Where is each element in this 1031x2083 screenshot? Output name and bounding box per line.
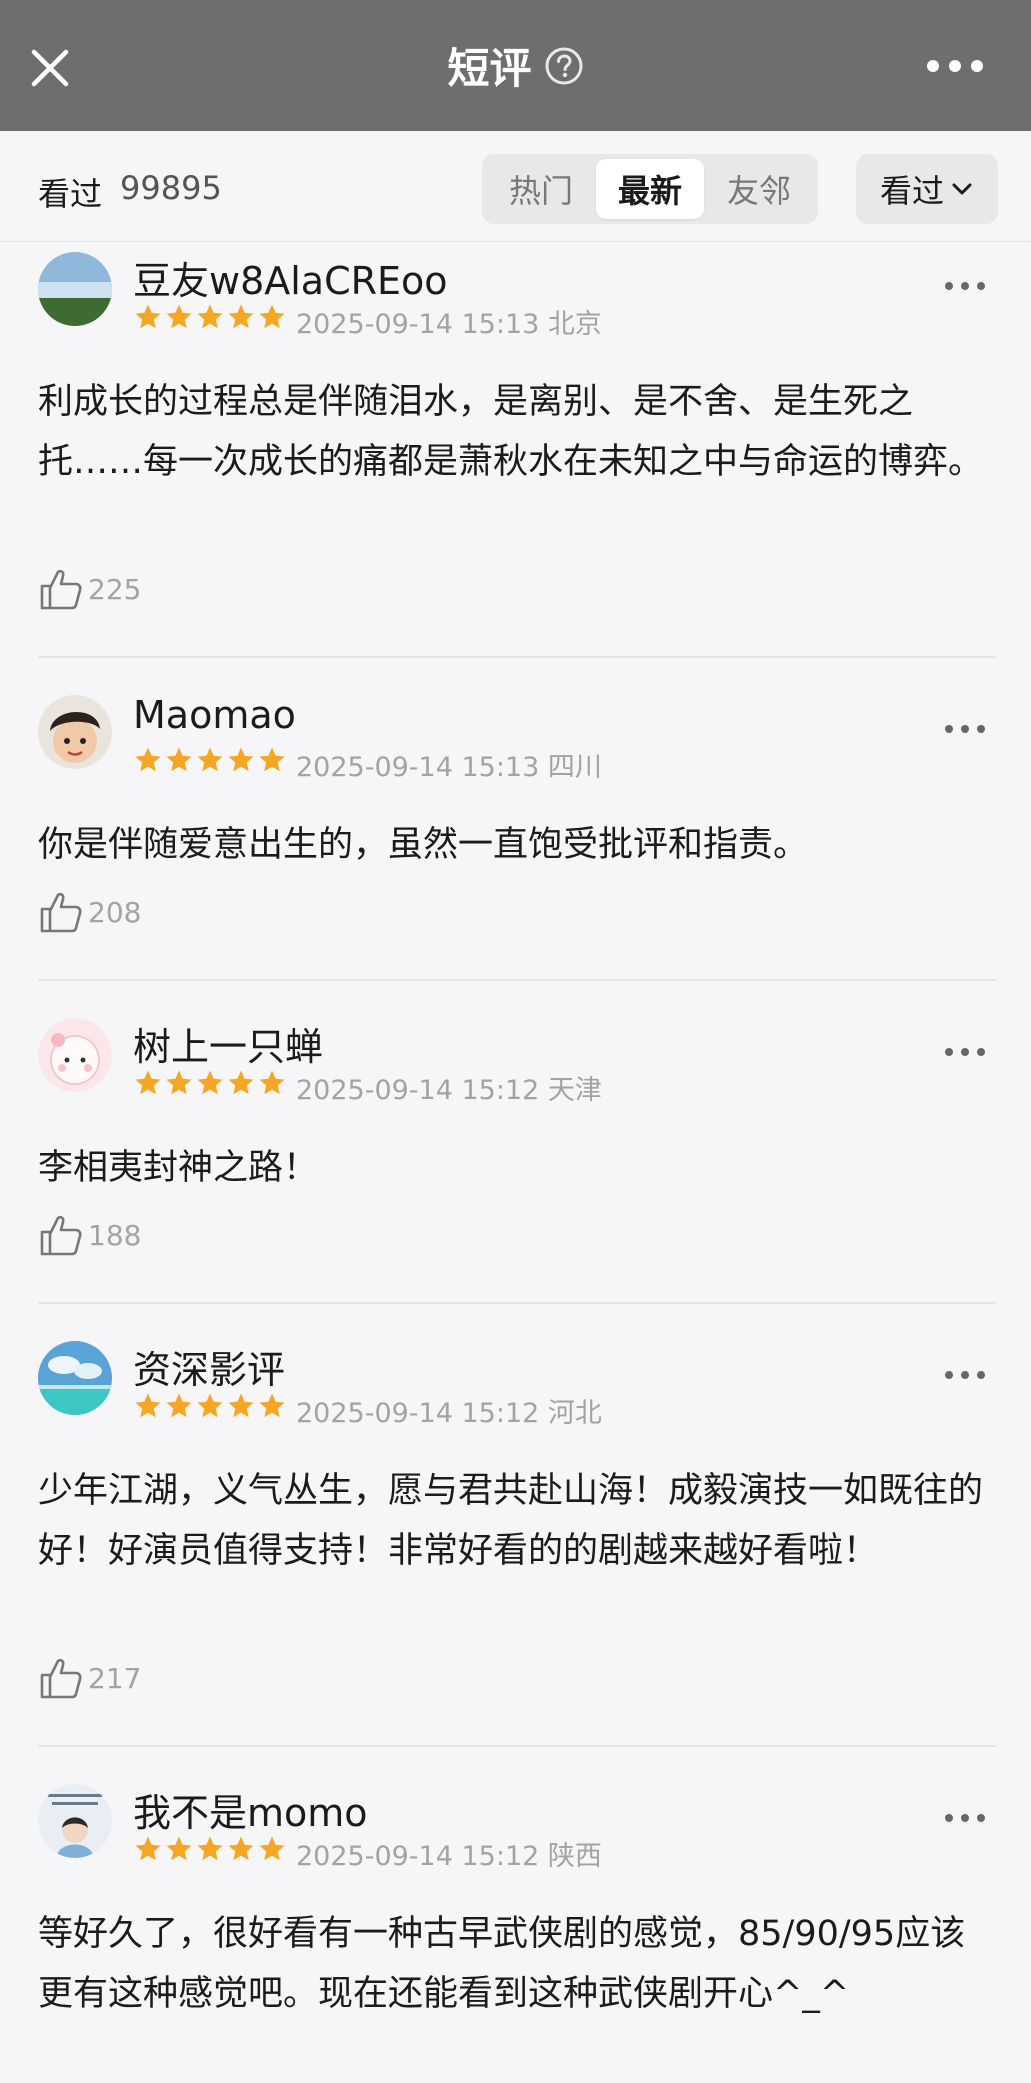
- like-count: 225: [88, 572, 142, 606]
- star-rating: [133, 745, 288, 775]
- thumbs-up-icon: [40, 892, 82, 933]
- star-icon: [228, 1836, 254, 1861]
- review-meta: 2025-09-14 15:12 河北: [296, 1391, 602, 1430]
- star-icon: [135, 304, 161, 329]
- page-title: 短评: [447, 44, 532, 93]
- divider: [38, 656, 996, 658]
- avatar[interactable]: [38, 252, 112, 326]
- thumbs-up-icon: [40, 1215, 82, 1256]
- review-meta: 2025-09-14 15:13 北京: [296, 302, 602, 341]
- review-time: 2025-09-14 15:12: [296, 1841, 540, 1872]
- more-options-icon[interactable]: [943, 1042, 987, 1062]
- filter-bar: 看过 99895 热门 最新 友邻 看过: [0, 131, 1031, 242]
- star-icon: [197, 747, 223, 772]
- star-icon: [259, 1070, 285, 1095]
- more-options-icon[interactable]: [943, 1365, 987, 1385]
- seen-label: 看过: [38, 175, 103, 213]
- review-location: 四川: [547, 752, 602, 783]
- help-icon[interactable]: [544, 46, 584, 86]
- star-icon: [197, 1070, 223, 1095]
- reviewer-name[interactable]: 我不是momo: [133, 1782, 368, 1837]
- thumbs-up-icon: [40, 1658, 82, 1699]
- star-icon: [166, 304, 192, 329]
- star-icon: [166, 1070, 192, 1095]
- reviewer-name[interactable]: 资深影评: [133, 1339, 285, 1394]
- review-meta: 2025-09-14 15:12 陕西: [296, 1834, 602, 1873]
- reviewer-name[interactable]: 豆友w8AlaCREoo: [133, 250, 448, 305]
- star-icon: [228, 304, 254, 329]
- like-count: 188: [88, 1218, 142, 1252]
- star-icon: [259, 1393, 285, 1418]
- review-location: 北京: [547, 309, 602, 340]
- star-icon: [135, 747, 161, 772]
- star-rating: [133, 1068, 288, 1098]
- review-location: 河北: [547, 1398, 602, 1429]
- review-time: 2025-09-14 15:12: [296, 1075, 540, 1106]
- avatar[interactable]: [38, 1341, 112, 1415]
- review-text: 你是伴随爱意出生的，虽然一直饱受批评和指责。: [38, 825, 809, 865]
- star-icon: [166, 1393, 192, 1418]
- more-icon[interactable]: [920, 46, 990, 86]
- avatar[interactable]: [38, 1784, 112, 1858]
- watched-filter-label: 看过: [879, 172, 944, 210]
- star-icon: [259, 747, 285, 772]
- star-icon: [166, 1836, 192, 1861]
- star-icon: [259, 304, 285, 329]
- review-text: 李相夷封神之路！: [38, 1148, 319, 1188]
- star-rating: [133, 1834, 288, 1864]
- star-icon: [197, 304, 223, 329]
- top-nav-bar: 短评: [0, 0, 1031, 131]
- more-options-icon[interactable]: [943, 276, 987, 296]
- star-icon: [135, 1836, 161, 1861]
- like-button[interactable]: 188: [38, 1212, 141, 1258]
- star-icon: [228, 1070, 254, 1095]
- review-time: 2025-09-14 15:13: [296, 309, 540, 340]
- more-options-icon[interactable]: [943, 1808, 987, 1828]
- review-meta: 2025-09-14 15:12 天津: [296, 1068, 602, 1107]
- tab-hot[interactable]: 热门: [487, 159, 595, 219]
- thumbs-up-icon: [40, 569, 82, 610]
- like-button[interactable]: 217: [38, 1655, 141, 1701]
- like-count: 217: [88, 1661, 142, 1695]
- seen-count: 99895: [120, 169, 222, 207]
- star-icon: [259, 1836, 285, 1861]
- star-icon: [228, 747, 254, 772]
- star-icon: [135, 1393, 161, 1418]
- tab-latest[interactable]: 最新: [596, 159, 704, 219]
- tab-friends[interactable]: 友邻: [705, 159, 813, 219]
- more-options-icon[interactable]: [943, 719, 987, 739]
- avatar[interactable]: [38, 1018, 112, 1092]
- chevron-down-icon: [952, 183, 972, 195]
- review-location: 天津: [547, 1075, 602, 1106]
- like-button[interactable]: 225: [38, 566, 141, 612]
- star-rating: [133, 302, 288, 332]
- reviewer-name[interactable]: Maomao: [133, 693, 296, 737]
- star-icon: [228, 1393, 254, 1418]
- review-text: 少年江湖，义气丛生，愿与君共赴山海！成毅演技一如既往的好！好演员值得支持！非常好…: [38, 1471, 984, 1571]
- review-time: 2025-09-14 15:12: [296, 1398, 540, 1429]
- watched-filter-dropdown[interactable]: 看过: [856, 154, 998, 224]
- reviewer-name[interactable]: 树上一只蝉: [133, 1016, 323, 1071]
- review-text: 等好久了，很好看有一种古早武侠剧的感觉，85/90/95应该更有这种感觉吧。现在…: [38, 1914, 966, 2014]
- star-icon: [197, 1393, 223, 1418]
- review-meta: 2025-09-14 15:13 四川: [296, 745, 602, 784]
- review-text: 利成长的过程总是伴随泪水，是离别、是不舍、是生死之托……每一次成长的痛都是萧秋水…: [38, 382, 984, 482]
- divider: [38, 979, 996, 981]
- sort-segmented-control: 热门 最新 友邻: [482, 154, 818, 224]
- like-count: 208: [88, 895, 142, 929]
- star-rating: [133, 1391, 288, 1421]
- star-icon: [135, 1070, 161, 1095]
- avatar[interactable]: [38, 695, 112, 769]
- star-icon: [197, 1836, 223, 1861]
- review-time: 2025-09-14 15:13: [296, 752, 540, 783]
- like-button[interactable]: 208: [38, 889, 141, 935]
- star-icon: [166, 747, 192, 772]
- divider: [38, 1302, 996, 1304]
- divider: [38, 1745, 996, 1747]
- close-icon[interactable]: [24, 42, 76, 94]
- review-location: 陕西: [547, 1841, 602, 1872]
